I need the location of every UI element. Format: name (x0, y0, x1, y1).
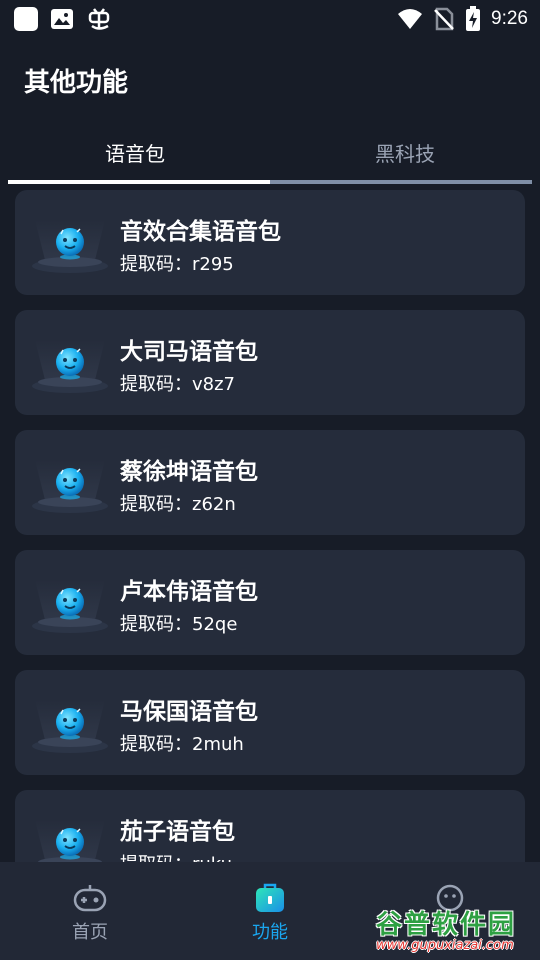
image-icon (50, 7, 74, 31)
voice-pack-thumbnail (25, 690, 115, 760)
status-right-icons: 9:26 (397, 6, 528, 32)
nav-home[interactable]: 首页 (50, 880, 130, 950)
voice-pack-code: 提取码：ruku (120, 850, 232, 862)
page-title: 其他功能 (24, 68, 129, 98)
voice-pack-card[interactable]: 音效合集语音包 提取码：r295 (15, 190, 525, 295)
no-sim-icon (433, 7, 455, 31)
voice-pack-card[interactable]: 蔡徐坤语音包 提取码：z62n (15, 430, 525, 535)
nav-home-label: 首页 (72, 922, 108, 943)
voice-pack-card[interactable]: 茄子语音包 提取码：ruku (15, 790, 525, 862)
nav-function-label: 功能 (252, 922, 288, 943)
voice-pack-card[interactable]: 卢本伟语音包 提取码：52qe (15, 550, 525, 655)
status-left-icons (14, 6, 112, 32)
watermark-logo-text: 谷普软件园 (376, 910, 517, 940)
tab-bar: 语音包 黑科技 (0, 124, 540, 184)
voice-pack-title: 茄子语音包 (120, 819, 235, 845)
status-bar: 9:26 (0, 0, 540, 38)
voice-pack-code: 提取码：z62n (120, 494, 236, 515)
voice-pack-thumbnail (25, 570, 115, 640)
watermark-url: www.gupuxiazai.com (376, 938, 514, 953)
battery-charging-icon (465, 6, 481, 32)
voice-pack-thumbnail (25, 210, 115, 280)
voice-pack-title: 大司马语音包 (120, 339, 258, 365)
nav-function[interactable]: 功能 (230, 880, 310, 950)
toolbox-icon (256, 883, 284, 912)
app-square-icon (14, 7, 38, 31)
voice-pack-code: 提取码：v8z7 (120, 374, 236, 395)
voice-pack-title: 马保国语音包 (120, 699, 258, 725)
voice-pack-card[interactable]: 马保国语音包 提取码：2muh (15, 670, 525, 775)
voice-pack-code: 提取码：52qe (120, 614, 238, 635)
tab-indicator-active (8, 180, 270, 184)
voice-pack-thumbnail (25, 450, 115, 520)
tab-indicator-track (270, 180, 532, 184)
voice-pack-code: 提取码：2muh (120, 734, 244, 755)
status-time: 9:26 (491, 8, 528, 29)
wifi-icon (397, 8, 423, 30)
watermark: 谷普软件园 www.gupuxiazai.com (376, 904, 536, 958)
tab-voice-packs[interactable]: 语音包 (0, 124, 270, 180)
tab-black-tech[interactable]: 黑科技 (270, 124, 540, 180)
voice-pack-thumbnail (25, 330, 115, 400)
voice-pack-title: 蔡徐坤语音包 (120, 459, 258, 485)
voice-pack-list[interactable]: 音效合集语音包 提取码：r295 大司马语音包 提取码：v8z7 蔡徐坤语音包 … (15, 190, 525, 862)
bug-icon (86, 6, 112, 32)
gamepad-icon (73, 885, 107, 912)
voice-pack-thumbnail (25, 810, 115, 862)
voice-pack-card[interactable]: 大司马语音包 提取码：v8z7 (15, 310, 525, 415)
voice-pack-title: 音效合集语音包 (120, 219, 281, 245)
voice-pack-title: 卢本伟语音包 (120, 579, 258, 605)
voice-pack-code: 提取码：r295 (120, 254, 234, 275)
